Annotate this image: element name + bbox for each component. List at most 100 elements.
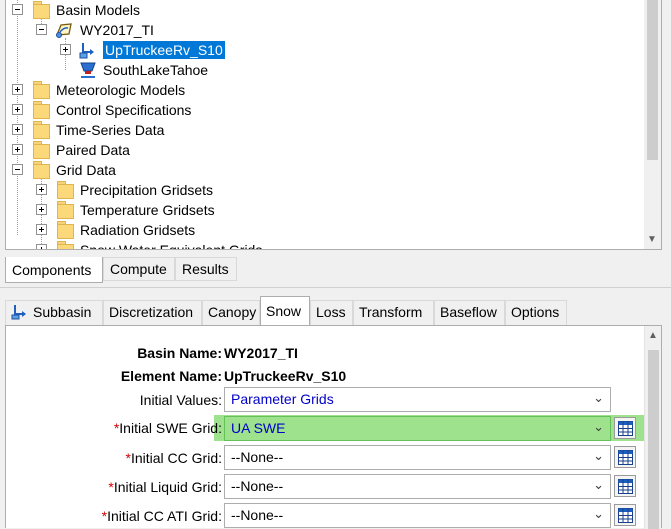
folder-icon — [33, 141, 50, 159]
split-divider[interactable] — [0, 287, 671, 289]
tree-item-basin-model[interactable]: WY2017_TI — [6, 20, 646, 40]
tree-item-label: Radiation Gridsets — [80, 222, 196, 238]
tree-item-basin-models[interactable]: Basin Models — [6, 0, 646, 20]
dropdown-value: UA SWE — [231, 420, 286, 436]
tab-label: Options — [511, 304, 560, 320]
tab-canopy[interactable]: Canopy — [202, 300, 260, 325]
expand-icon[interactable] — [36, 184, 47, 195]
folder-icon — [33, 101, 50, 119]
tree-item-snow-water-equivalent-grids[interactable]: Snow Water Equivalent Grids — [6, 240, 646, 250]
folder-icon — [57, 201, 74, 219]
reservoir-icon — [80, 62, 96, 78]
folder-icon — [57, 181, 74, 199]
initial-values-label: Initial Values: — [139, 392, 222, 408]
liquid-grid-label: *Initial Liquid Grid: — [108, 479, 222, 495]
collapse-icon[interactable] — [12, 164, 23, 175]
tree-item-label: Paired Data — [56, 142, 130, 158]
tree-item-reservoir[interactable]: SouthLakeTahoe — [6, 60, 646, 80]
tab-subbasin[interactable]: Subbasin — [5, 300, 103, 325]
scrollbar-thumb[interactable] — [648, 350, 659, 529]
collapse-icon[interactable] — [36, 24, 47, 35]
expand-icon[interactable] — [60, 44, 71, 55]
tab-components[interactable]: Components — [5, 257, 103, 283]
editor-tabs: Subbasin Discretization Canopy Snow Loss… — [5, 296, 662, 326]
tree-item-control-specifications[interactable]: Control Specifications — [6, 100, 646, 120]
cc-grid-dropdown[interactable]: --None-- ⌄ — [224, 445, 611, 470]
chevron-down-icon: ⌄ — [593, 477, 604, 492]
initial-values-dropdown[interactable]: Parameter Grids ⌄ — [224, 387, 611, 412]
swe-grid-dropdown[interactable]: UA SWE ⌄ — [224, 416, 611, 441]
basin-name-value: WY2017_TI — [224, 345, 298, 361]
tab-label: Snow — [266, 303, 302, 319]
grid-icon — [618, 421, 633, 436]
tree-item-paired-data[interactable]: Paired Data — [6, 140, 646, 160]
tree-item-precipitation-gridsets[interactable]: Precipitation Gridsets — [6, 180, 646, 200]
tree-item-grid-data[interactable]: Grid Data — [6, 160, 646, 180]
tab-compute[interactable]: Compute — [103, 257, 175, 281]
folder-icon — [33, 121, 50, 139]
cc-ati-grid-button[interactable] — [614, 504, 636, 526]
scroll-down-icon[interactable]: ▼ — [647, 234, 657, 245]
folder-icon — [57, 221, 74, 239]
tab-label: Baseflow — [440, 304, 497, 320]
tree-item-radiation-gridsets[interactable]: Radiation Gridsets — [6, 220, 646, 240]
dropdown-value: --None-- — [231, 449, 284, 465]
subbasin-icon — [79, 43, 94, 59]
swe-grid-label: *Initial SWE Grid: — [113, 420, 222, 436]
scroll-up-icon[interactable]: ▲ — [648, 330, 658, 341]
expand-icon[interactable] — [12, 84, 23, 95]
tree-item-label: Temperature Gridsets — [80, 202, 215, 218]
folder-icon — [57, 241, 74, 249]
cc-grid-button[interactable] — [614, 446, 636, 468]
tree-scrollbar[interactable]: ▼ — [644, 0, 661, 249]
cc-grid-label: *Initial CC Grid: — [125, 450, 222, 466]
basin-model-icon — [56, 23, 72, 38]
snow-editor-panel: Basin Name: WY2017_TI Element Name: UpTr… — [5, 325, 662, 529]
tab-discretization[interactable]: Discretization — [103, 300, 202, 325]
scrollbar-thumb[interactable] — [647, 0, 658, 160]
liquid-grid-button[interactable] — [614, 475, 636, 497]
tab-transform[interactable]: Transform — [353, 300, 434, 325]
tab-label: Transform — [359, 304, 423, 320]
tree-item-meteorologic-models[interactable]: Meteorologic Models — [6, 80, 646, 100]
tree-item-temperature-gridsets[interactable]: Temperature Gridsets — [6, 200, 646, 220]
form-scrollbar[interactable]: ▲ — [644, 326, 661, 529]
tree-item-label: Meteorologic Models — [56, 82, 186, 98]
expand-icon[interactable] — [12, 144, 23, 155]
tree-item-label: Precipitation Gridsets — [80, 182, 214, 198]
tab-snow[interactable]: Snow — [260, 296, 310, 326]
component-tree[interactable]: Basin Models WY2017_TI UpTruckeeRv_S10 S… — [5, 0, 662, 250]
tab-label: Discretization — [109, 304, 194, 320]
tree-item-label: Snow Water Equivalent Grids — [80, 242, 263, 250]
tab-baseflow[interactable]: Baseflow — [434, 300, 505, 325]
tree-item-label: Control Specifications — [56, 102, 192, 118]
dropdown-value: Parameter Grids — [231, 391, 334, 407]
liquid-grid-dropdown[interactable]: --None-- ⌄ — [224, 474, 611, 499]
element-name-value: UpTruckeeRv_S10 — [224, 368, 347, 384]
tab-label: Loss — [316, 304, 346, 320]
expand-icon[interactable] — [36, 204, 47, 215]
tree-item-time-series-data[interactable]: Time-Series Data — [6, 120, 646, 140]
tab-label: Compute — [110, 261, 167, 277]
tree-item-subbasin[interactable]: UpTruckeeRv_S10 — [6, 40, 646, 60]
tree-item-label: SouthLakeTahoe — [103, 62, 209, 78]
collapse-icon[interactable] — [12, 4, 23, 15]
grid-icon — [618, 450, 633, 465]
tab-options[interactable]: Options — [505, 300, 567, 325]
cc-ati-grid-dropdown[interactable]: --None-- ⌄ — [224, 503, 611, 528]
tab-label: Subbasin — [33, 304, 92, 320]
grid-icon — [618, 508, 633, 523]
expand-icon[interactable] — [12, 124, 23, 135]
expand-icon[interactable] — [36, 244, 47, 249]
expand-icon[interactable] — [12, 104, 23, 115]
tree-item-label: Grid Data — [56, 162, 116, 178]
swe-grid-button[interactable] — [614, 417, 636, 439]
tab-results[interactable]: Results — [175, 257, 237, 281]
tree-item-label: WY2017_TI — [80, 22, 154, 38]
chevron-down-icon: ⌄ — [593, 390, 604, 405]
expand-icon[interactable] — [36, 224, 47, 235]
folder-icon — [33, 81, 50, 99]
subbasin-icon — [11, 305, 26, 320]
tab-label: Canopy — [208, 304, 257, 320]
tab-loss[interactable]: Loss — [310, 300, 353, 325]
